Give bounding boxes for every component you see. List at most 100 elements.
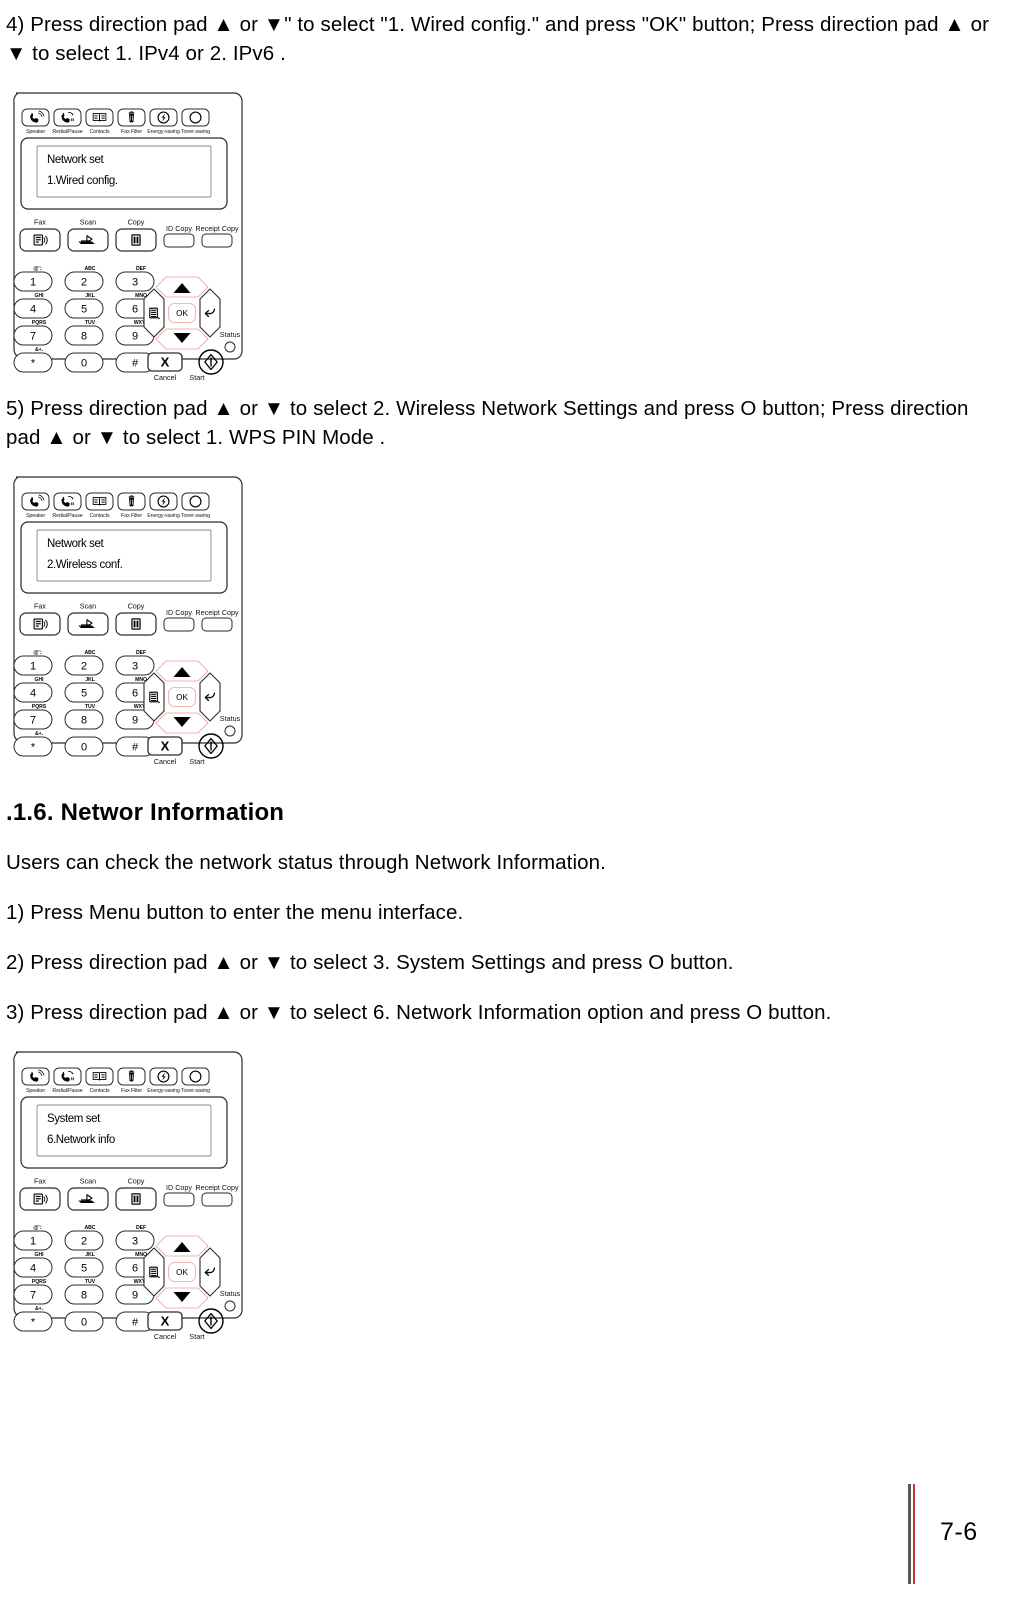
key-number: 5 <box>81 303 87 315</box>
toner-saving-button[interactable]: Toner-saving <box>181 1067 210 1094</box>
key-number: # <box>132 741 139 753</box>
mode-label: Fax <box>34 218 46 227</box>
cancel-button[interactable]: X Cancel <box>147 736 183 766</box>
key-letters: GHI <box>35 677 45 683</box>
button-label: Redial/Pause <box>52 129 82 135</box>
key-number: 9 <box>132 714 138 726</box>
lcd-line-2: 2.Wireless conf. <box>47 559 123 571</box>
key-number: 8 <box>81 1289 87 1301</box>
button-label: Speaker <box>26 1088 45 1094</box>
contacts-button[interactable]: Contacts <box>85 1067 114 1094</box>
id-copy-button[interactable]: ID Copy <box>163 224 195 248</box>
cancel-x-icon: X <box>161 1314 170 1329</box>
button-label: Energy-saving <box>147 513 180 519</box>
speaker-button[interactable]: Speaker <box>21 492 50 519</box>
mode-label: Fax <box>34 602 46 611</box>
key-letters: @'： <box>33 1225 44 1231</box>
energy-saving-button[interactable]: Energy-saving <box>147 492 180 519</box>
control-panel-illustration-1: Speaker Redial/Pause Contacts Fax Filter Ene… <box>6 89 246 384</box>
toner-saving-button[interactable]: Toner-saving <box>181 108 210 135</box>
key-number: * <box>31 357 36 369</box>
key-number: 0 <box>81 741 87 753</box>
fax-filter-icon <box>128 111 135 123</box>
fax-filter-button[interactable]: Fax Filter <box>117 1067 146 1094</box>
menu-button[interactable] <box>143 288 165 338</box>
status-label: Status <box>220 714 241 723</box>
cancel-label: Cancel <box>154 757 177 766</box>
button-label: Contacts <box>89 129 110 135</box>
energy-saving-button[interactable]: Energy-saving <box>147 108 180 135</box>
start-label: Start <box>189 373 204 382</box>
contacts-button[interactable]: Contacts <box>85 492 114 519</box>
control-panel-graphic: Speaker Redial/Pause Contacts Fax Filter Ene… <box>13 92 243 382</box>
id-copy-button[interactable]: ID Copy <box>163 1183 195 1207</box>
key-number: 4 <box>30 303 36 315</box>
button-label: Fax Filter <box>121 129 142 135</box>
lcd-line-2: 6.Network info <box>47 1134 115 1146</box>
keypad-key-0[interactable]: 0 <box>64 352 104 373</box>
step-2-text: 2) Press direction pad ▲ or ▼ to select … <box>6 951 734 974</box>
ok-button[interactable]: OK <box>167 302 197 324</box>
footer-rule-grey <box>908 1484 911 1584</box>
cancel-label: Cancel <box>154 1332 177 1341</box>
key-letters: DEF <box>136 1225 146 1231</box>
key-letters: JKL <box>85 1252 95 1258</box>
id-copy-button[interactable]: ID Copy <box>163 608 195 632</box>
key-letters: PQRS <box>32 1279 47 1285</box>
key-number: 6 <box>132 687 138 699</box>
key-number: * <box>31 1316 36 1328</box>
extra-button-label: Receipt Copy <box>195 1183 239 1192</box>
keypad-key-0[interactable]: 0 <box>64 736 104 757</box>
cancel-button[interactable]: X Cancel <box>147 1311 183 1341</box>
key-number: 6 <box>132 303 138 315</box>
speaker-button[interactable]: Speaker <box>21 1067 50 1094</box>
ok-button[interactable]: OK <box>167 686 197 708</box>
mode-label: Scan <box>80 218 96 227</box>
cancel-button[interactable]: X Cancel <box>147 352 183 382</box>
printer-panel-wireless-config: Speaker Redial/Pause Contacts Fax Filter Ene… <box>6 473 1008 768</box>
status-label: Status <box>220 1289 241 1298</box>
menu-button[interactable] <box>143 672 165 722</box>
redial-pause-button[interactable]: Redial/Pause <box>52 108 83 135</box>
button-label: Contacts <box>89 513 110 519</box>
toner-saving-button[interactable]: Toner-saving <box>181 492 210 519</box>
key-letters: JKL <box>85 293 95 299</box>
document-page: 4) Press direction pad ▲ or ▼" to select… <box>0 0 1014 1616</box>
speaker-button[interactable]: Speaker <box>21 108 50 135</box>
ok-label: OK <box>176 309 188 318</box>
menu-button[interactable] <box>143 1247 165 1297</box>
key-letters: @'： <box>33 266 44 272</box>
redial-pause-button[interactable]: Redial/Pause <box>52 1067 83 1094</box>
ok-label: OK <box>176 693 188 702</box>
key-number: 7 <box>30 330 36 342</box>
redial-pause-button[interactable]: Redial/Pause <box>52 492 83 519</box>
fax-filter-button[interactable]: Fax Filter <box>117 108 146 135</box>
key-letters: GHI <box>35 1252 45 1258</box>
key-number: 6 <box>132 1262 138 1274</box>
extra-button-label: ID Copy <box>166 1183 192 1192</box>
fax-filter-button[interactable]: Fax Filter <box>117 492 146 519</box>
page-number: 7-6 <box>940 1518 978 1546</box>
key-number: 3 <box>132 660 138 672</box>
keypad-key-0[interactable]: 0 <box>64 1311 104 1332</box>
control-panel-graphic: Speaker Redial/Pause Contacts Fax Filter Ene… <box>13 476 243 766</box>
button-label: Fax Filter <box>121 1088 142 1094</box>
extra-button-label: Receipt Copy <box>195 224 239 233</box>
button-label: Energy-saving <box>147 129 180 135</box>
key-letters: ABC <box>85 266 96 272</box>
energy-saving-button[interactable]: Energy-saving <box>147 1067 180 1094</box>
key-letters: &+. <box>35 731 44 737</box>
contacts-button[interactable]: Contacts <box>85 108 114 135</box>
mode-label: Fax <box>34 1177 46 1186</box>
mode-label: Copy <box>128 1177 145 1186</box>
fax-filter-icon <box>128 1070 135 1082</box>
ok-button[interactable]: OK <box>167 1261 197 1283</box>
printer-panel-network-info: Speaker Redial/Pause Contacts Fax Filter Ene… <box>6 1048 1008 1343</box>
page-footer: 7-6 <box>0 1466 1014 1586</box>
status-led <box>224 1300 236 1312</box>
